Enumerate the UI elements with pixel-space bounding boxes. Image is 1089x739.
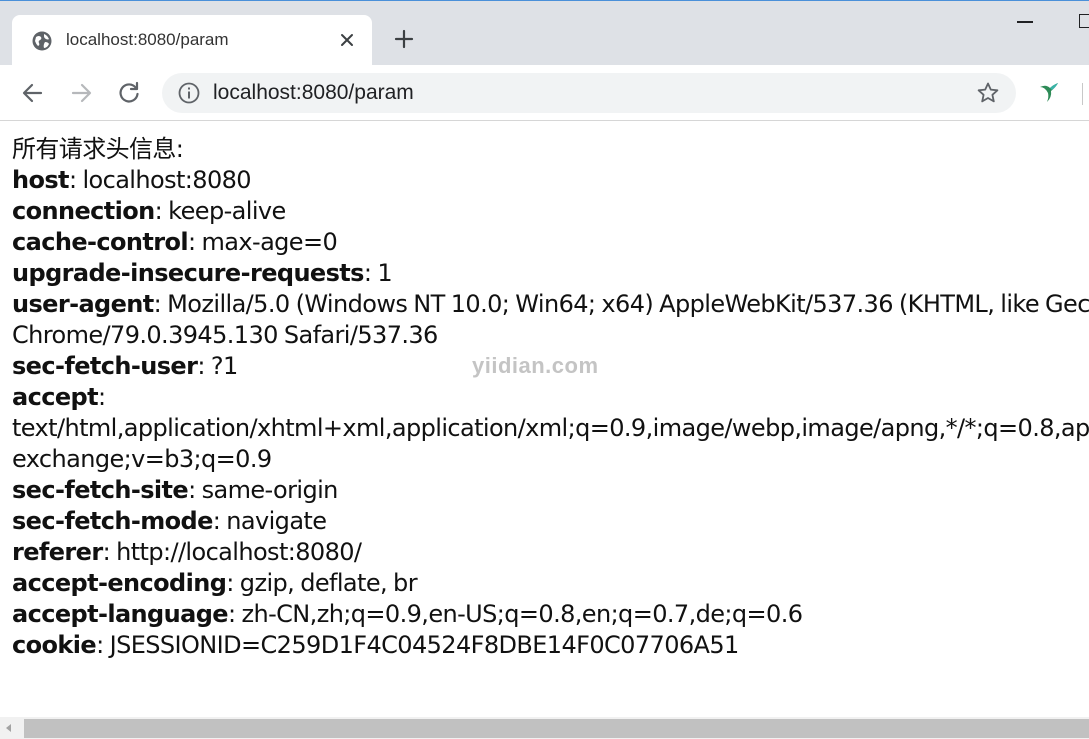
header-key: upgrade-insecure-requests bbox=[12, 259, 364, 287]
tab-localhost-param[interactable]: localhost:8080/param bbox=[12, 15, 372, 65]
header-value: : max-age=0 bbox=[188, 228, 338, 256]
header-value: : 1 bbox=[363, 259, 393, 287]
header-value: : zh-CN,zh;q=0.9,en-US;q=0.8,en;q=0.7,de… bbox=[227, 600, 803, 628]
header-key: host bbox=[12, 166, 70, 194]
header-value: : localhost:8080 bbox=[68, 166, 252, 194]
address-bar[interactable]: localhost:8080/param bbox=[162, 73, 1016, 113]
header-row-connection: connection: keep-alive bbox=[12, 196, 1089, 227]
header-key: sec-fetch-mode bbox=[12, 507, 213, 535]
header-key: accept-language bbox=[12, 600, 229, 628]
minimize-icon[interactable] bbox=[1017, 21, 1033, 23]
header-row-accept: accept: bbox=[12, 382, 1089, 413]
header-row-referer: referer: http://localhost:8080/ bbox=[12, 537, 1089, 568]
header-value: : navigate bbox=[212, 507, 327, 535]
headers-heading: 所有请求头信息: bbox=[12, 135, 184, 163]
scroll-left-arrow-icon[interactable] bbox=[4, 723, 14, 733]
header-value: : gzip, deflate, br bbox=[226, 569, 417, 597]
scrollbar-thumb[interactable] bbox=[24, 719, 1089, 738]
header-row-sec-fetch-mode: sec-fetch-mode: navigate bbox=[12, 506, 1089, 537]
header-value: : bbox=[97, 383, 106, 411]
header-value-continuation: text/html,application/xhtml+xml,applicat… bbox=[12, 414, 1089, 442]
header-value-continuation: exchange;v=b3;q=0.9 bbox=[12, 445, 272, 473]
plus-icon[interactable] bbox=[392, 27, 416, 51]
header-row-accept-language: accept-language: zh-CN,zh;q=0.9,en-US;q=… bbox=[12, 599, 1089, 630]
header-value: : same-origin bbox=[188, 476, 338, 504]
tab-strip: localhost:8080/param bbox=[0, 1, 1089, 65]
header-key: sec-fetch-site bbox=[12, 476, 189, 504]
browser-toolbar: localhost:8080/param bbox=[0, 65, 1089, 121]
header-value-continuation: Chrome/79.0.3945.130 Safari/537.36 bbox=[12, 321, 438, 349]
header-key: accept bbox=[12, 383, 99, 411]
watermark: yiidian.com bbox=[472, 353, 599, 378]
header-row-accept-encoding: accept-encoding: gzip, deflate, br bbox=[12, 568, 1089, 599]
reload-icon[interactable] bbox=[115, 79, 143, 107]
tab-title: localhost:8080/param bbox=[66, 30, 229, 49]
header-key: cache-control bbox=[12, 228, 189, 256]
header-key: referer bbox=[12, 538, 103, 566]
header-key: user-agent bbox=[12, 290, 154, 318]
header-key: accept-encoding bbox=[12, 569, 227, 597]
globe-icon bbox=[32, 31, 52, 51]
toolbar-separator bbox=[1082, 83, 1083, 105]
arrow-left-icon[interactable] bbox=[19, 79, 47, 107]
bird-extension-icon[interactable] bbox=[1036, 79, 1062, 105]
header-row-host: host: localhost:8080 bbox=[12, 165, 1089, 196]
header-key: sec-fetch-user bbox=[12, 352, 198, 380]
header-row-cookie: cookie: JSESSIONID=C259D1F4C04524F8DBE14… bbox=[12, 630, 1089, 661]
header-value: : JSESSIONID=C259D1F4C04524F8DBE14F0C077… bbox=[96, 631, 739, 659]
header-row-sec-fetch-site: sec-fetch-site: same-origin bbox=[12, 475, 1089, 506]
maximize-icon[interactable] bbox=[1079, 14, 1089, 28]
arrow-right-icon[interactable] bbox=[67, 79, 95, 107]
horizontal-scrollbar[interactable] bbox=[0, 717, 1089, 739]
header-key: cookie bbox=[12, 631, 97, 659]
header-key: connection bbox=[12, 197, 155, 225]
header-row-cache-control: cache-control: max-age=0 bbox=[12, 227, 1089, 258]
star-icon[interactable] bbox=[976, 81, 1000, 105]
header-row-user-agent: user-agent: Mozilla/5.0 (Windows NT 10.0… bbox=[12, 289, 1089, 320]
url-text[interactable]: localhost:8080/param bbox=[213, 81, 414, 105]
info-icon[interactable] bbox=[178, 82, 200, 104]
close-icon[interactable] bbox=[336, 29, 358, 51]
header-value: : ?1 bbox=[197, 352, 238, 380]
request-headers-list: 所有请求头信息: host: localhost:8080 connection… bbox=[12, 134, 1089, 661]
header-value: : Mozilla/5.0 (Windows NT 10.0; Win64; x… bbox=[153, 290, 1089, 318]
header-value: : http://localhost:8080/ bbox=[102, 538, 362, 566]
browser-window: localhost:8080/param localhost:8080/para… bbox=[0, 0, 1089, 739]
header-row-upgrade-insecure-requests: upgrade-insecure-requests: 1 bbox=[12, 258, 1089, 289]
header-value: : keep-alive bbox=[154, 197, 287, 225]
page-content: 所有请求头信息: host: localhost:8080 connection… bbox=[0, 121, 1089, 717]
